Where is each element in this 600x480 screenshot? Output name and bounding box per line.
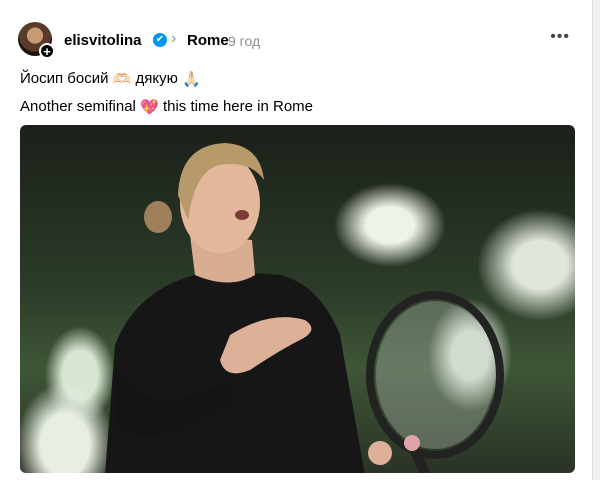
avatar[interactable]: +: [18, 22, 55, 59]
chevron-right-icon: ›: [171, 30, 177, 47]
caption-text: Another semifinal: [20, 98, 136, 115]
heart-hands-emoji: 🫶🏻: [112, 71, 132, 89]
caption-text: дякую: [135, 70, 178, 87]
post-card: + elisvitolina ✔ › Rome 9 год ••• Йосип …: [0, 0, 593, 480]
tennis-player-photo: [105, 143, 504, 473]
post-time[interactable]: 9 год: [228, 33, 260, 49]
post-photo[interactable]: [20, 125, 575, 473]
heart-emoji: 💖: [140, 99, 159, 117]
username[interactable]: elisvitolina: [64, 32, 142, 49]
caption-line-2: Another semifinal 💖 this time here in Ro…: [20, 98, 313, 116]
caption-text: Йосип босий: [20, 70, 109, 87]
verified-badge-icon: ✔: [153, 33, 167, 47]
caption-text: this time here in Rome: [162, 98, 313, 115]
avatar-plus-icon[interactable]: +: [39, 43, 55, 59]
more-icon[interactable]: •••: [550, 28, 570, 46]
location-link[interactable]: Rome: [187, 32, 229, 49]
post-header: + elisvitolina ✔ › Rome 9 год •••: [18, 22, 572, 59]
caption-line-1: Йосип босий 🫶🏻 дякую 🙏🏻: [20, 70, 201, 88]
pray-emoji: 🙏🏻: [182, 71, 201, 89]
